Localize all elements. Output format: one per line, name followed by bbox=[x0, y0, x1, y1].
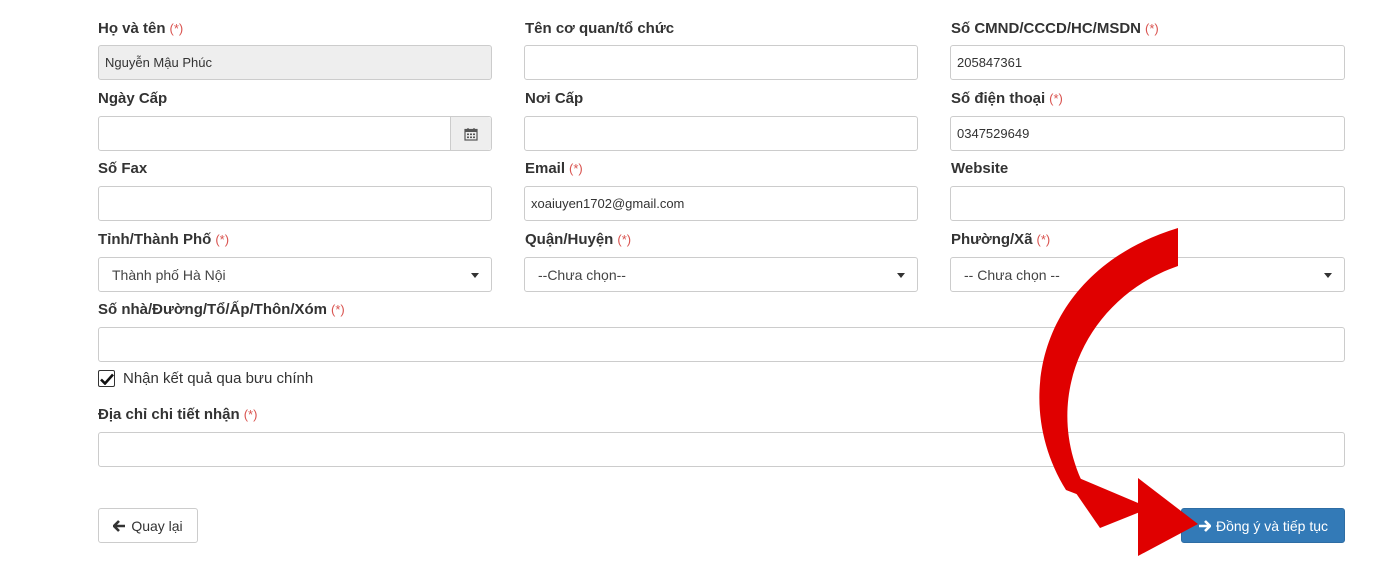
required-mark: (*) bbox=[331, 302, 345, 317]
calendar-button[interactable] bbox=[450, 117, 491, 150]
checkmark-icon bbox=[99, 373, 114, 385]
caret-down-icon bbox=[897, 273, 905, 278]
website-field[interactable] bbox=[950, 186, 1345, 221]
issue-date-input[interactable] bbox=[99, 117, 451, 150]
id-number-input[interactable] bbox=[951, 46, 1344, 79]
phone-label: Số điện thoại (*) bbox=[951, 90, 1063, 107]
issue-place-field[interactable] bbox=[524, 116, 918, 151]
email-label: Email (*) bbox=[525, 160, 583, 177]
delivery-address-label: Địa chỉ chi tiết nhận (*) bbox=[98, 406, 258, 423]
back-button[interactable]: Quay lại bbox=[98, 508, 198, 543]
street-label: Số nhà/Đường/Tổ/Ấp/Thôn/Xóm (*) bbox=[98, 301, 345, 318]
province-label: Tỉnh/Thành Phố (*) bbox=[98, 231, 230, 248]
delivery-address-input[interactable] bbox=[99, 433, 1344, 466]
website-label: Website bbox=[951, 160, 1009, 177]
organization-label: Tên cơ quan/tổ chức bbox=[525, 20, 675, 37]
district-label: Quận/Huyện (*) bbox=[525, 231, 632, 248]
ward-select[interactable]: -- Chưa chọn -- bbox=[950, 257, 1345, 292]
postal-delivery-label: Nhận kết quả qua bưu chính bbox=[123, 370, 314, 387]
issue-place-input[interactable] bbox=[525, 117, 917, 150]
required-mark: (*) bbox=[243, 407, 258, 422]
fax-field[interactable] bbox=[98, 186, 492, 221]
next-button-label: Đồng ý và tiếp tục bbox=[1215, 517, 1329, 534]
organization-input[interactable] bbox=[525, 46, 917, 79]
full-name-field bbox=[98, 45, 492, 80]
delivery-address-field[interactable] bbox=[98, 432, 1345, 467]
street-field[interactable] bbox=[98, 327, 1345, 362]
province-select[interactable]: Thành phố Hà Nội bbox=[98, 257, 492, 292]
postal-delivery-checkbox[interactable]: Nhận kết quả qua bưu chính bbox=[98, 370, 313, 387]
id-number-field[interactable] bbox=[950, 45, 1345, 80]
required-mark: (*) bbox=[1049, 91, 1063, 106]
phone-field[interactable] bbox=[950, 116, 1345, 151]
back-button-label: Quay lại bbox=[131, 517, 183, 534]
arrow-right-icon bbox=[1198, 519, 1211, 532]
district-selected: --Chưa chọn-- bbox=[538, 266, 626, 283]
street-input[interactable] bbox=[99, 328, 1344, 361]
full-name-label: Họ và tên (*) bbox=[98, 20, 184, 37]
required-mark: (*) bbox=[1145, 21, 1159, 36]
caret-down-icon bbox=[1324, 273, 1332, 278]
calendar-icon bbox=[464, 127, 478, 141]
agree-continue-button[interactable]: Đồng ý và tiếp tục bbox=[1181, 508, 1345, 543]
province-selected: Thành phố Hà Nội bbox=[112, 266, 226, 283]
required-mark: (*) bbox=[569, 161, 583, 176]
checkbox-box[interactable] bbox=[98, 370, 115, 387]
phone-input[interactable] bbox=[951, 117, 1344, 150]
full-name-input bbox=[99, 46, 491, 79]
fax-input[interactable] bbox=[99, 187, 491, 220]
fax-label: Số Fax bbox=[98, 160, 148, 177]
district-select[interactable]: --Chưa chọn-- bbox=[524, 257, 918, 292]
ward-selected: -- Chưa chọn -- bbox=[964, 266, 1060, 283]
email-input[interactable] bbox=[525, 187, 917, 220]
id-number-label: Số CMND/CCCD/HC/MSDN (*) bbox=[951, 20, 1159, 37]
email-field[interactable] bbox=[524, 186, 918, 221]
arrow-left-icon bbox=[113, 519, 126, 532]
required-mark: (*) bbox=[1036, 232, 1051, 247]
issue-place-label: Nơi Cấp bbox=[525, 90, 584, 107]
ward-label: Phường/Xã (*) bbox=[951, 231, 1051, 248]
website-input[interactable] bbox=[951, 187, 1344, 220]
organization-field[interactable] bbox=[524, 45, 918, 80]
issue-date-field[interactable] bbox=[98, 116, 492, 151]
required-mark: (*) bbox=[617, 232, 632, 247]
issue-date-label: Ngày Cấp bbox=[98, 90, 168, 107]
caret-down-icon bbox=[471, 273, 479, 278]
required-mark: (*) bbox=[215, 232, 230, 247]
required-mark: (*) bbox=[169, 21, 184, 36]
